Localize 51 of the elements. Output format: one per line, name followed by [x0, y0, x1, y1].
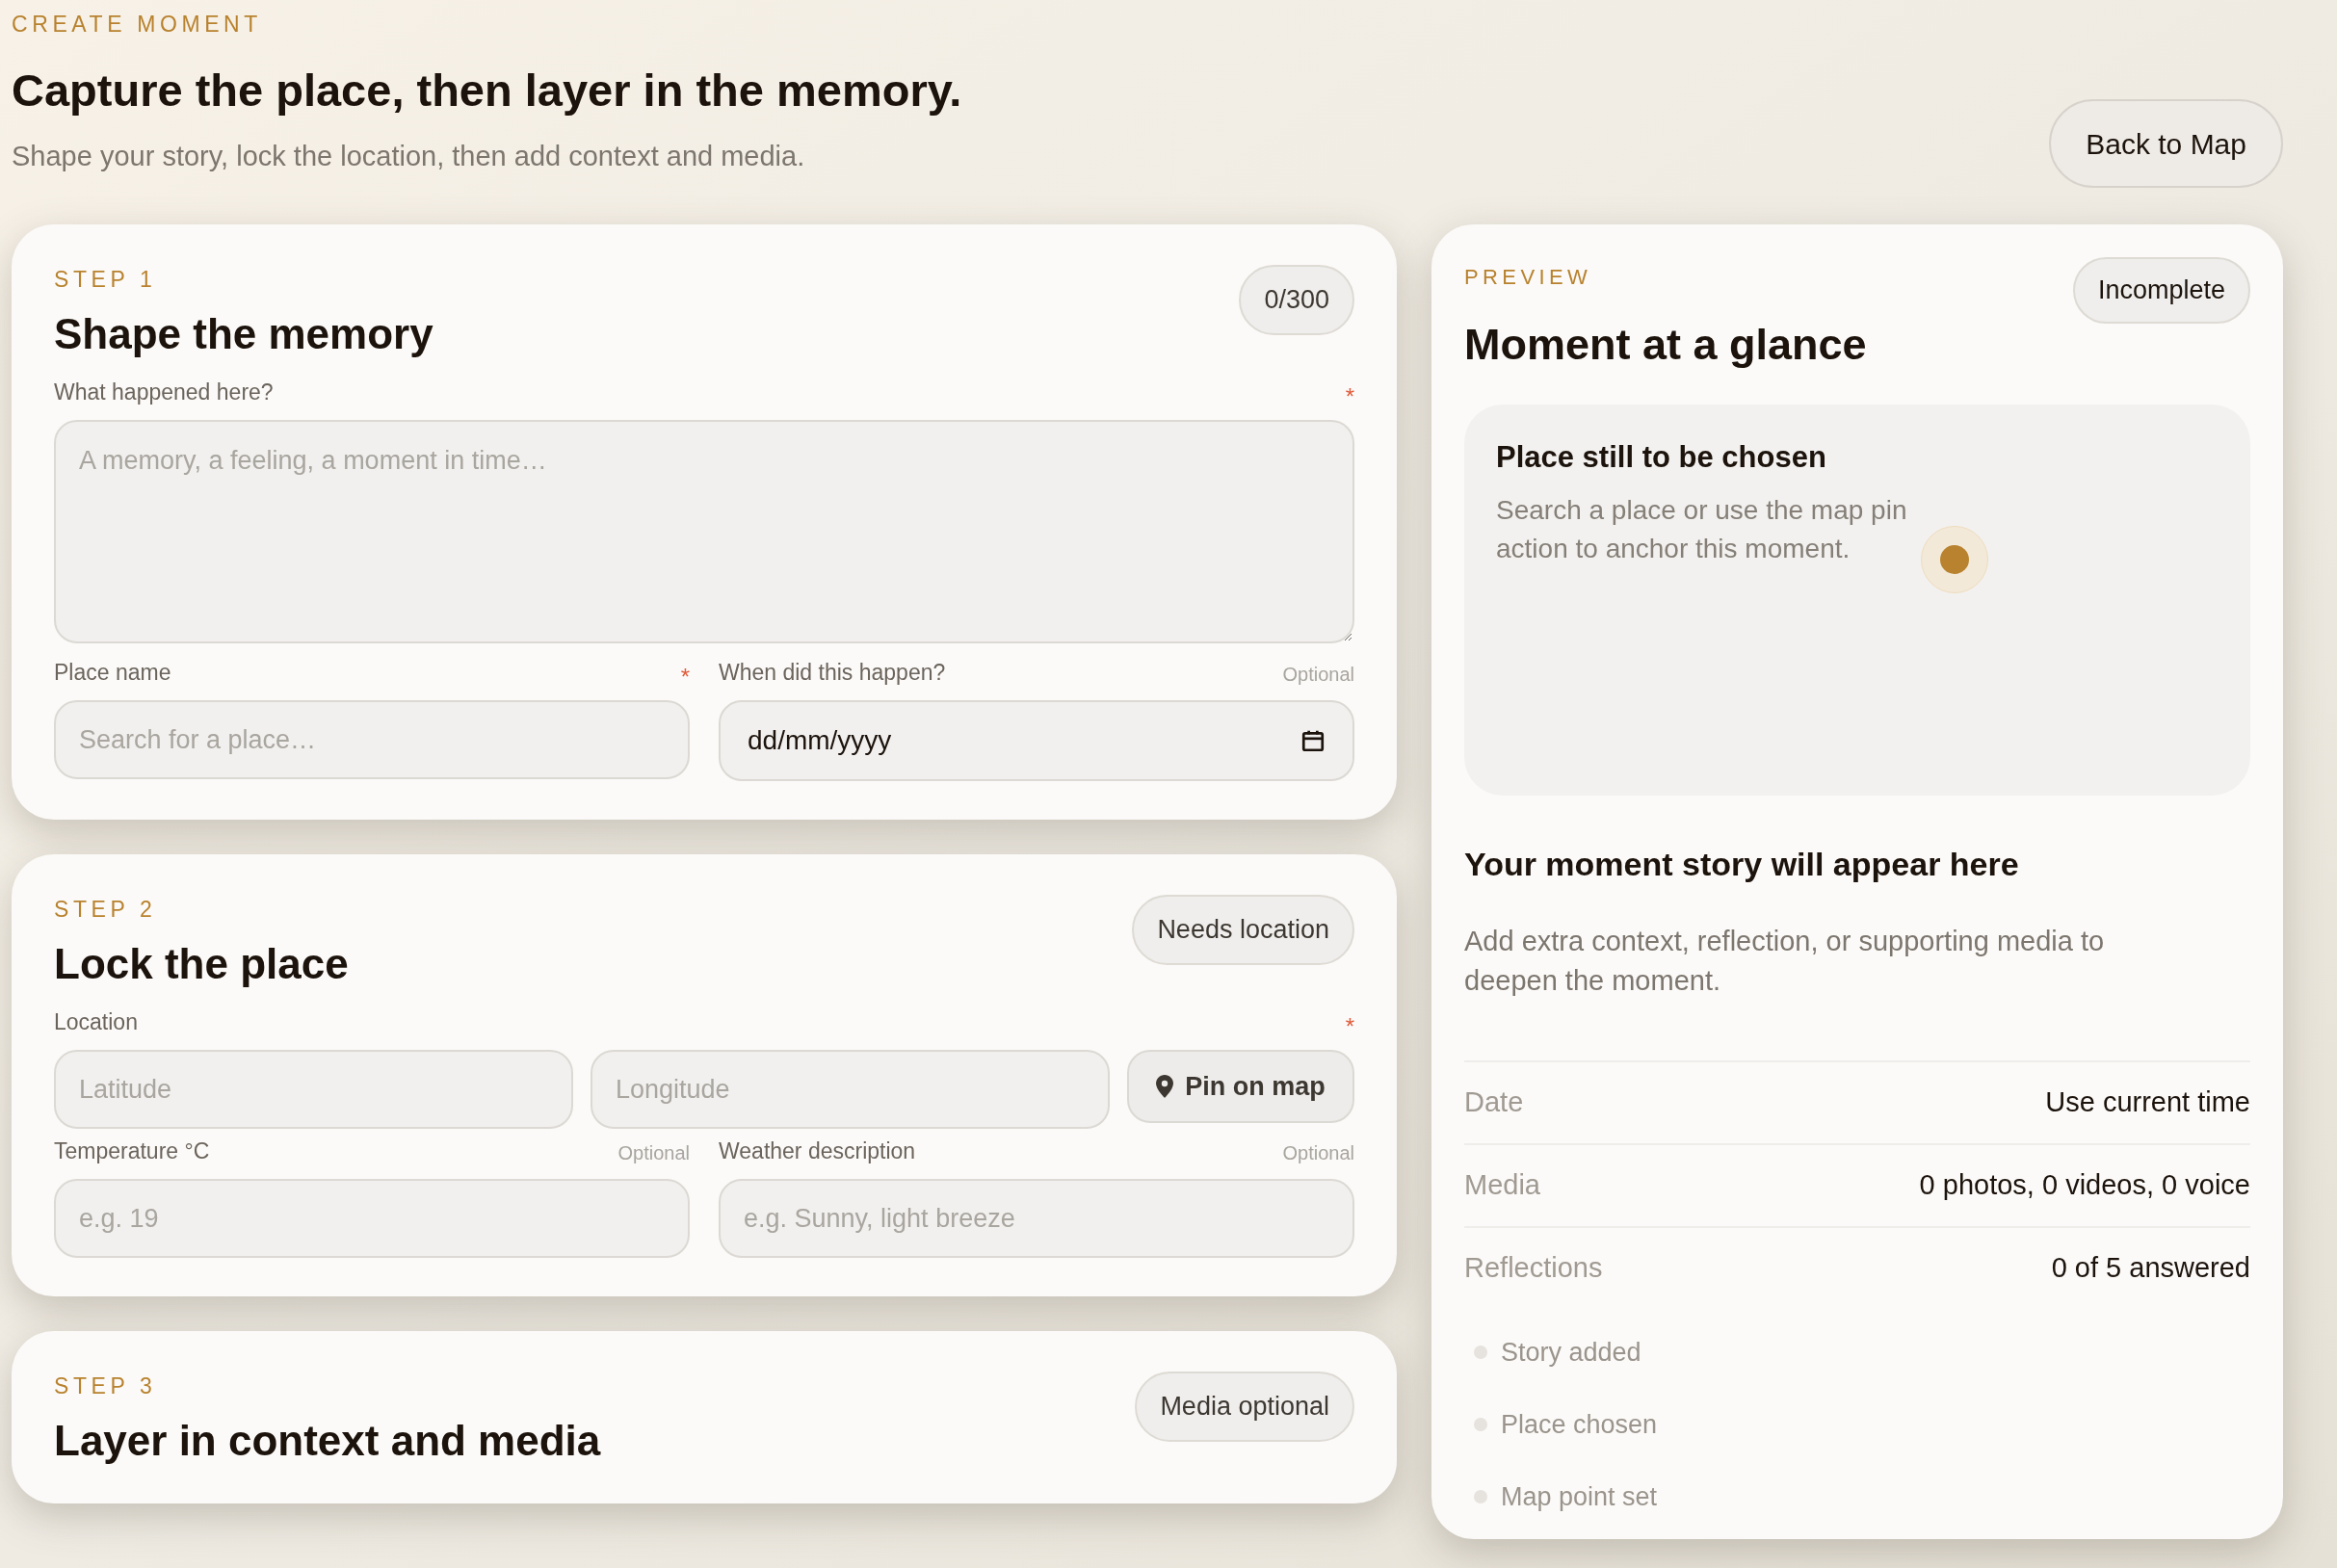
- calendar-icon[interactable]: [1300, 728, 1326, 754]
- required-marker: *: [1345, 385, 1354, 409]
- detail-label: Reflections: [1464, 1250, 1603, 1285]
- text-input[interactable]: e.g. 19: [54, 1179, 690, 1259]
- step-eyebrow: STEP 1: [54, 266, 158, 294]
- map-pin-icon: [1156, 1075, 1174, 1099]
- step-badge: Media optional: [1135, 1372, 1354, 1442]
- step-title: Shape the memory: [54, 309, 433, 359]
- pin-on-map-button[interactable]: Pin on map: [1127, 1050, 1354, 1124]
- story-title: Your moment story will appear here: [1464, 844, 2020, 884]
- checklist-item: Map point set: [1501, 1480, 1658, 1513]
- text-input[interactable]: e.g. Sunny, light breeze: [719, 1179, 1354, 1259]
- field-label: Temperature °C: [54, 1137, 210, 1165]
- step-title: Lock the place: [54, 939, 349, 989]
- required-marker: *: [680, 666, 690, 690]
- field-label: Place name: [54, 658, 171, 687]
- detail-label: Media: [1464, 1167, 1540, 1202]
- checklist-item: Place chosen: [1501, 1408, 1658, 1441]
- step-badge: Needs location: [1132, 895, 1354, 965]
- detail-value: Use current time: [2045, 1085, 2250, 1119]
- map-panel-title: Place still to be chosen: [1496, 438, 1827, 476]
- field-label: What happened here?: [54, 378, 274, 406]
- preview-eyebrow: PREVIEW: [1464, 264, 1593, 291]
- step-title: Layer in context and media: [54, 1416, 601, 1466]
- field-label: Weather description: [719, 1137, 916, 1165]
- detail-label: Date: [1464, 1085, 1524, 1119]
- optional-note: Optional: [1282, 1141, 1354, 1166]
- back-to-map-button[interactable]: Back to Map: [2049, 99, 2283, 188]
- optional-note: Optional: [1282, 663, 1354, 688]
- field-label: When did this happen?: [719, 658, 946, 687]
- text-input[interactable]: Search for a place…: [54, 700, 690, 780]
- map-panel-text: Search a place or use the map pin action to anchor this moment.: [1496, 494, 1908, 565]
- preview-title: Moment at a glance: [1464, 319, 1867, 371]
- status-badge: Incomplete: [2072, 257, 2250, 324]
- memory-textarea[interactable]: A memory, a feeling, a moment in time…: [54, 420, 1354, 644]
- date-input[interactable]: dd/mm/yyyy: [719, 700, 1354, 782]
- checklist-item: Story added: [1501, 1336, 1641, 1369]
- latitude-input[interactable]: Latitude: [54, 1050, 573, 1130]
- detail-value: 0 photos, 0 videos, 0 voice: [1919, 1167, 2250, 1202]
- detail-value: 0 of 5 answered: [2051, 1250, 2250, 1285]
- page-eyebrow: CREATE MOMENT: [12, 11, 263, 39]
- required-marker: *: [1345, 1015, 1354, 1039]
- step-eyebrow: STEP 2: [54, 896, 158, 925]
- story-text: Add extra context, reflection, or supporting media to deepen the moment.: [1464, 924, 2106, 998]
- step-badge: 0/300: [1239, 265, 1354, 335]
- longitude-input[interactable]: Longitude: [591, 1050, 1110, 1130]
- page-subtitle: Shape your story, lock the location, then add context and media.: [12, 140, 806, 174]
- page-title: Capture the place, then layer in the memory.: [12, 63, 962, 118]
- step-eyebrow: STEP 3: [54, 1372, 158, 1401]
- field-label: Location: [54, 1007, 138, 1036]
- optional-note: Optional: [617, 1141, 690, 1166]
